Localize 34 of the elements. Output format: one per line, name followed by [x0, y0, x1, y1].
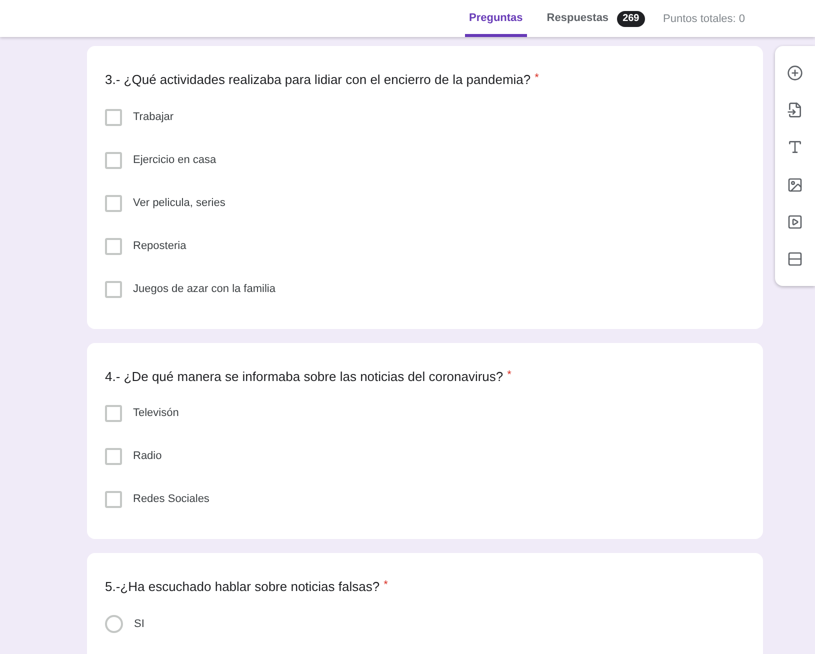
checkbox[interactable] [105, 280, 122, 298]
import-icon[interactable] [787, 102, 803, 118]
option-label: Trabajar [133, 110, 174, 125]
option-label: Reposteria [133, 238, 186, 254]
image-icon[interactable] [787, 176, 803, 193]
video-icon[interactable] [787, 214, 803, 230]
total-points: Puntos totales: 0 [663, 12, 745, 26]
question-title: 4.- ¿De qué manera se informaba sobre las noticias del coronavirus? [105, 368, 504, 386]
option-label: Ejercicio en casa [133, 152, 216, 168]
tab[interactable]: Respuestas 269 [542, 3, 650, 37]
checkbox[interactable] [105, 491, 122, 508]
checkbox[interactable] [105, 152, 122, 168]
required-asterisk: * [534, 71, 539, 86]
checkbox[interactable] [105, 448, 122, 465]
radio-button[interactable] [105, 615, 123, 633]
required-asterisk: * [384, 578, 388, 593]
question-title: 3.- ¿Qué actividades realizaba para lidiar con el encierro de la pandemia? [105, 71, 531, 89]
tab[interactable]: Preguntas [465, 3, 527, 37]
option-label: Ver pelicula, series [133, 196, 226, 211]
add-circle-icon[interactable] [787, 64, 803, 81]
required-asterisk: * [507, 368, 512, 382]
question-title: 5.-¿Ha escuchado hablar sobre noticias falsas? [105, 578, 380, 596]
option-label: SI [134, 616, 144, 632]
checkbox[interactable] [105, 194, 122, 212]
title-text-icon[interactable] [787, 139, 803, 156]
section-icon[interactable] [787, 251, 803, 268]
checkbox[interactable] [105, 238, 122, 254]
option-label: Redes Sociales [133, 492, 210, 508]
checkbox[interactable] [105, 405, 122, 422]
checkbox[interactable] [105, 108, 122, 126]
option-label: Televisón [133, 406, 179, 422]
response-count-badge: 269 [616, 10, 646, 26]
option-label: Juegos de azar con la familia [133, 282, 276, 297]
option-label: Radio [133, 449, 162, 464]
